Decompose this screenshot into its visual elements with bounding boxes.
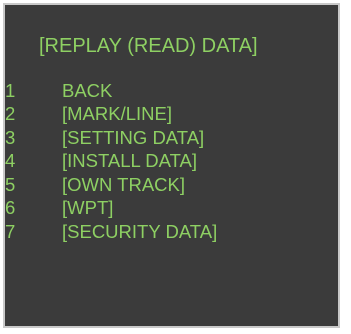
- menu-item-number: 2: [5, 103, 16, 125]
- menu-item-label: [SETTING DATA]: [62, 126, 205, 148]
- menu-item-label: [WPT]: [62, 197, 114, 219]
- menu-item-setting-data[interactable]: 3 [SETTING DATA]: [5, 126, 217, 150]
- menu-screen: [REPLAY (READ) DATA] 1 BACK 2 [MARK/LINE…: [3, 3, 340, 328]
- menu-item-back[interactable]: 1 BACK: [5, 79, 217, 103]
- menu-item-label: [SECURITY DATA]: [62, 220, 218, 242]
- menu-item-label: BACK: [62, 79, 113, 101]
- menu-item-number: 4: [5, 150, 16, 172]
- menu-item-number: 1: [5, 79, 16, 101]
- menu-item-mark-line[interactable]: 2 [MARK/LINE]: [5, 103, 217, 127]
- menu-list: 1 BACK 2 [MARK/LINE] 3 [SETTING DATA] 4 …: [5, 79, 217, 244]
- menu-item-label: [OWN TRACK]: [62, 173, 185, 195]
- menu-item-number: 7: [5, 220, 16, 242]
- menu-item-security-data[interactable]: 7 [SECURITY DATA]: [5, 220, 217, 244]
- menu-item-install-data[interactable]: 4 [INSTALL DATA]: [5, 150, 217, 174]
- menu-item-own-track[interactable]: 5 [OWN TRACK]: [5, 173, 217, 197]
- menu-item-number: 5: [5, 173, 16, 195]
- menu-item-label: [MARK/LINE]: [62, 103, 172, 125]
- menu-item-number: 6: [5, 197, 16, 219]
- menu-title: [REPLAY (READ) DATA]: [39, 35, 258, 57]
- menu-item-wpt[interactable]: 6 [WPT]: [5, 197, 217, 221]
- menu-item-label: [INSTALL DATA]: [62, 150, 198, 172]
- menu-item-number: 3: [5, 126, 16, 148]
